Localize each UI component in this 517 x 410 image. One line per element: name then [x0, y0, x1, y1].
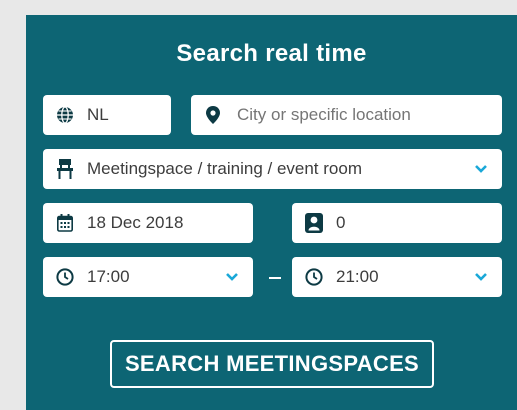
space-type-select[interactable]: Meetingspace / training / event room	[43, 149, 502, 189]
persons-field[interactable]: 0	[292, 203, 502, 243]
chevron-down-icon	[474, 163, 488, 175]
country-value: NL	[87, 105, 109, 124]
search-panel: Search real time NL City or specific loc…	[26, 15, 517, 410]
calendar-icon	[43, 203, 87, 243]
location-field[interactable]	[191, 95, 502, 135]
country-field[interactable]: NL	[43, 95, 171, 135]
time-from-select[interactable]: 17:00	[43, 257, 253, 297]
person-icon	[292, 203, 336, 243]
location-input[interactable]	[235, 104, 489, 126]
map-pin-icon	[191, 95, 235, 135]
chair-icon	[43, 149, 87, 189]
space-type-value: Meetingspace / training / event room	[87, 159, 362, 178]
time-range-separator	[269, 277, 281, 279]
search-meetingspaces-button[interactable]: SEARCH MEETINGSPACES	[110, 340, 434, 388]
time-from-value: 17:00	[87, 267, 130, 286]
chevron-down-icon	[225, 271, 239, 283]
date-field[interactable]: 18 Dec 2018	[43, 203, 253, 243]
globe-icon	[43, 95, 87, 135]
search-title: Search real time	[176, 40, 367, 67]
date-value: 18 Dec 2018	[87, 213, 184, 232]
time-to-value: 21:00	[336, 267, 379, 286]
chevron-down-icon	[474, 271, 488, 283]
persons-value: 0	[336, 213, 346, 232]
clock-icon	[292, 257, 336, 297]
time-to-select[interactable]: 21:00	[292, 257, 502, 297]
clock-icon	[43, 257, 87, 297]
